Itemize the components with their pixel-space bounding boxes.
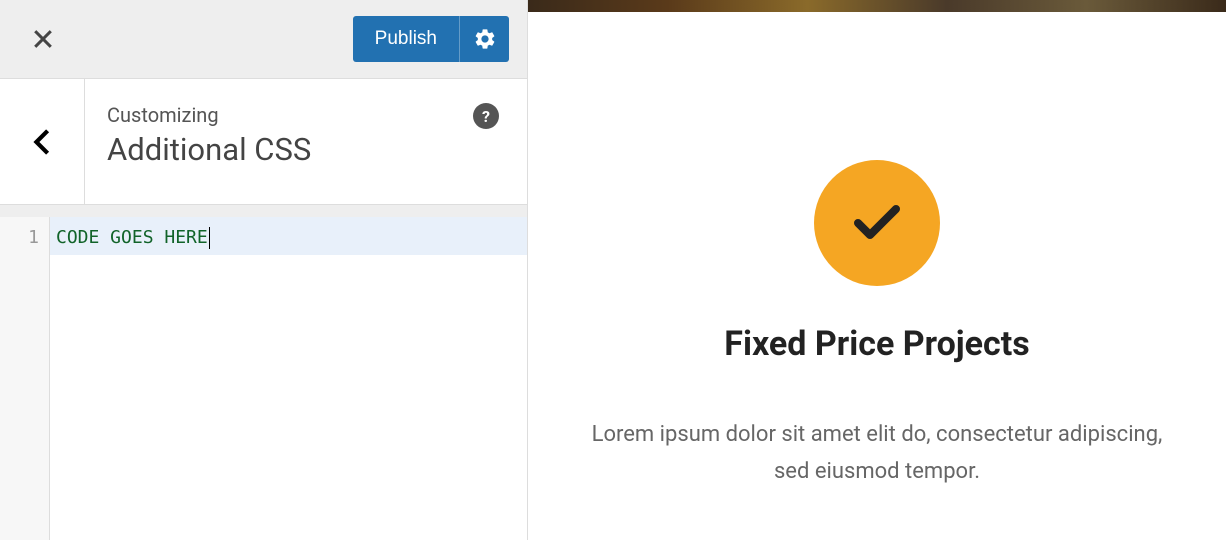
- toolbar: Publish: [0, 0, 527, 79]
- publish-settings-button[interactable]: [459, 16, 509, 62]
- text-cursor: [209, 227, 210, 249]
- publish-group: Publish: [353, 16, 509, 62]
- publish-button[interactable]: Publish: [353, 16, 459, 62]
- line-gutter: 1: [0, 217, 50, 540]
- feature-block: Fixed Price Projects Lorem ipsum dolor s…: [528, 12, 1226, 540]
- breadcrumb: Customizing: [107, 103, 507, 127]
- help-icon: ?: [482, 107, 490, 126]
- check-icon: [852, 203, 902, 243]
- section-header: Customizing Additional CSS ?: [0, 79, 527, 205]
- feature-description: Lorem ipsum dolor sit amet elit do, cons…: [577, 416, 1177, 491]
- customizer-sidebar: Publish Customizing Additional CSS ? 1: [0, 0, 528, 540]
- feature-title: Fixed Price Projects: [724, 324, 1029, 364]
- close-icon[interactable]: [32, 28, 54, 50]
- hero-image-strip: [528, 0, 1226, 12]
- back-button[interactable]: [0, 79, 85, 204]
- preview-pane: Fixed Price Projects Lorem ipsum dolor s…: [528, 0, 1226, 540]
- chevron-left-icon: [33, 128, 51, 156]
- code-line: CODE GOES HERE: [50, 217, 527, 255]
- close-area: [0, 0, 85, 78]
- line-number: 1: [0, 227, 39, 248]
- gear-icon: [473, 27, 497, 51]
- help-button[interactable]: ?: [473, 103, 499, 129]
- header-text: Customizing Additional CSS ?: [85, 79, 527, 204]
- page-title: Additional CSS: [107, 131, 507, 168]
- css-editor: 1 CODE GOES HERE: [0, 217, 527, 540]
- feature-icon-circle: [814, 160, 940, 286]
- code-area[interactable]: CODE GOES HERE: [50, 217, 527, 540]
